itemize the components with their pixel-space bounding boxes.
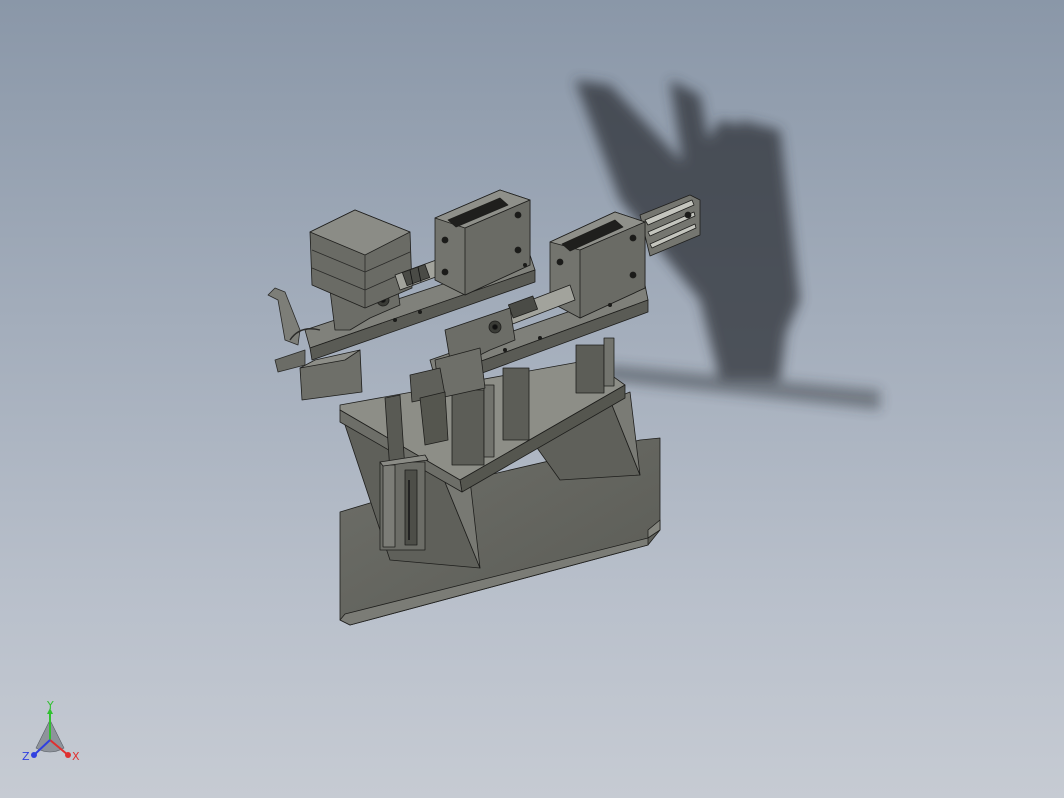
triad-z-label: Z <box>22 750 30 763</box>
triad-y-label: Y <box>46 700 54 712</box>
assembly-model[interactable] <box>267 189 701 626</box>
left-motor[interactable] <box>309 209 413 309</box>
triad-x-label: X <box>72 750 80 763</box>
graphics-viewport[interactable]: Y X Z <box>0 0 1064 798</box>
orientation-triad[interactable]: Y X Z <box>18 700 88 770</box>
model-scene[interactable] <box>0 0 1064 798</box>
